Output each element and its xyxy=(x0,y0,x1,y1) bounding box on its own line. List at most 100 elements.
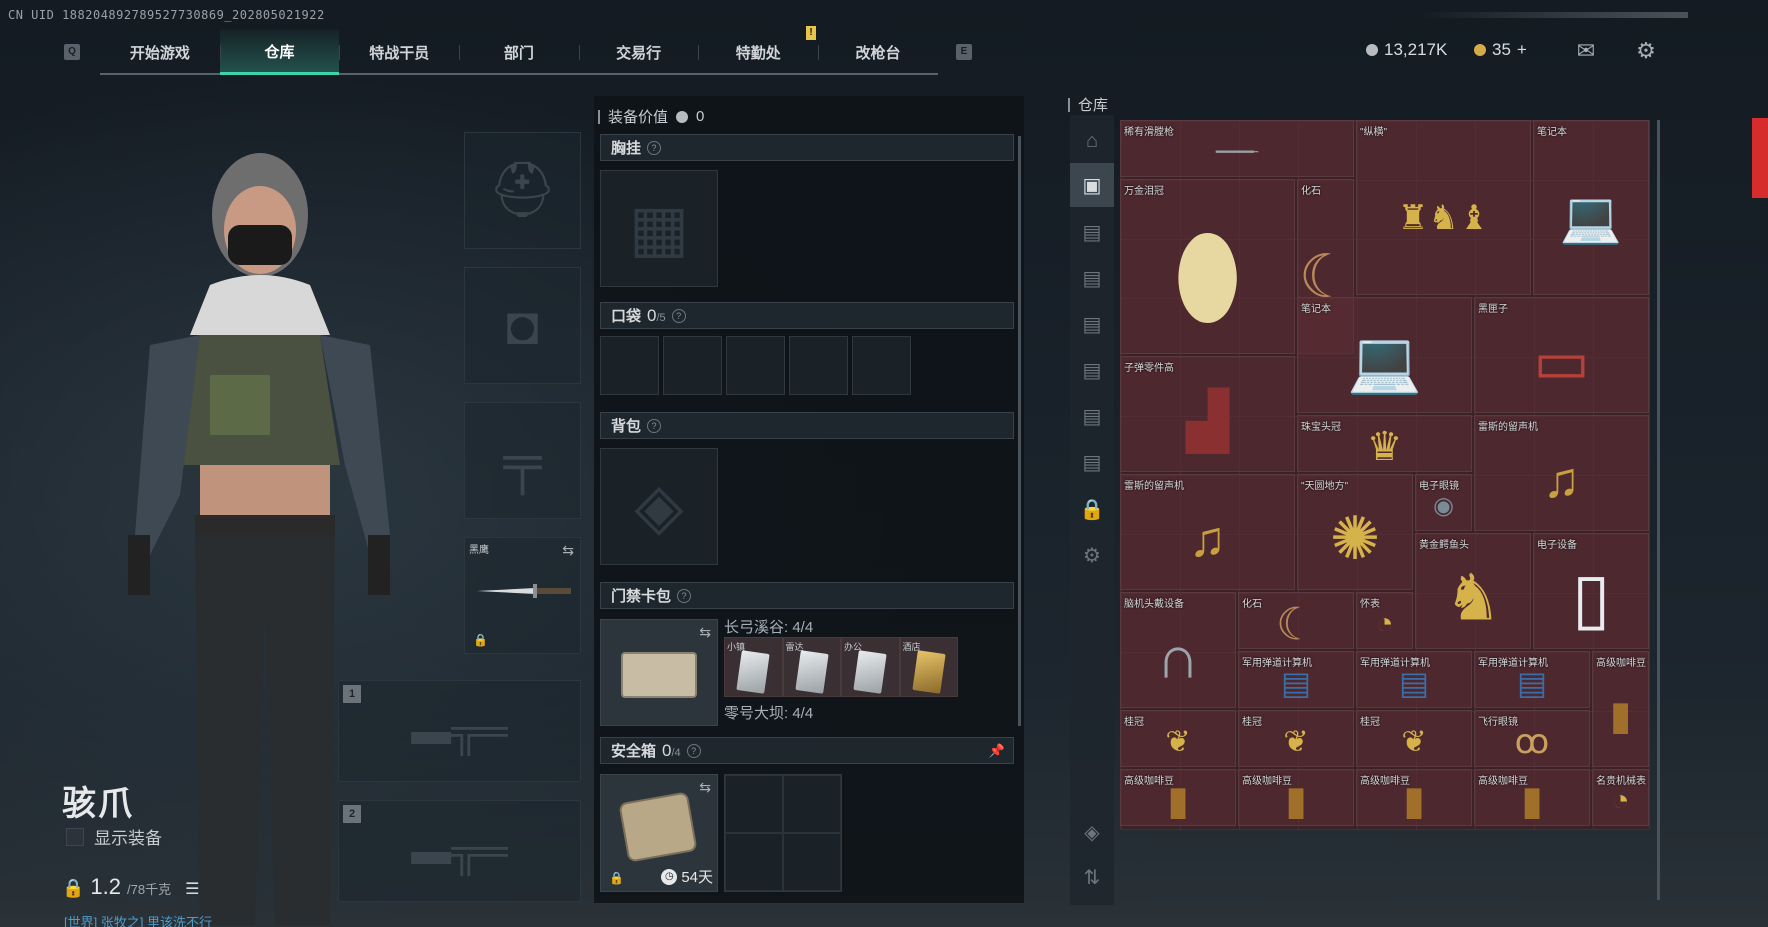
pocket-slot[interactable] xyxy=(663,336,722,395)
warehouse-page-icon[interactable]: ⌂ xyxy=(1070,119,1114,163)
storage-item[interactable]: ▤ 军用弹道计算机 xyxy=(1238,651,1354,708)
storage-item[interactable]: ━━━━╾ 稀有滑膛枪 xyxy=(1120,120,1354,177)
warehouse-scrollbar[interactable] xyxy=(1657,120,1660,900)
tab-market[interactable]: 交易行 xyxy=(578,30,699,75)
show-equipment-checkbox[interactable] xyxy=(66,827,84,846)
world-chat-message[interactable]: [世界] 张牧之] 里该洗不行 xyxy=(64,912,212,927)
tab-operators[interactable]: 特战干员 xyxy=(339,30,459,75)
machine-icon: ▟ xyxy=(1185,388,1230,452)
backpack-slot[interactable]: ◈ xyxy=(600,448,718,565)
help-icon[interactable]: ? xyxy=(647,140,662,155)
coins-display[interactable]: 13,217K xyxy=(1366,40,1447,60)
warehouse-page-icon[interactable]: ▤ xyxy=(1070,302,1114,346)
tab-department[interactable]: 部门 xyxy=(459,30,579,75)
storage-item[interactable]: ▮ 高级咖啡豆 xyxy=(1238,769,1354,826)
storage-item[interactable]: 💻 笔记本 xyxy=(1533,120,1649,295)
melee-slot[interactable]: 黑鹰 ⇆ 🔒 xyxy=(464,537,581,654)
warehouse-page-icon[interactable]: ▤ xyxy=(1070,394,1114,438)
storage-item[interactable]: ✺ "天圆地方" xyxy=(1297,474,1413,590)
keycard[interactable]: 办公 xyxy=(841,637,900,697)
storage-item[interactable]: ❦ 桂冠 xyxy=(1356,710,1472,767)
storage-item[interactable]: ▯ 电子设备 xyxy=(1533,533,1649,649)
pocket-slot[interactable] xyxy=(789,336,848,395)
lock-icon[interactable]: 🔒 xyxy=(1070,487,1114,531)
keycard[interactable]: 酒店 xyxy=(899,637,958,697)
storage-item[interactable]: ▮ 高级咖啡豆 xyxy=(1356,769,1472,826)
storage-item[interactable]: ▮ 高级咖啡豆 xyxy=(1120,769,1236,826)
pocket-slot[interactable] xyxy=(852,336,911,395)
help-icon[interactable]: ? xyxy=(677,588,692,603)
storage-item-name: 笔记本 xyxy=(1537,127,1567,138)
storage-item[interactable]: ♜♞♝ "纵横" xyxy=(1356,120,1531,295)
tab-start-game[interactable]: 开始游戏 xyxy=(100,30,220,75)
armor-slot[interactable]: ◘ xyxy=(464,267,581,384)
storage-item[interactable]: ▤ 军用弹道计算机 xyxy=(1474,651,1590,708)
chest-rig-slot[interactable]: ▦ xyxy=(600,170,718,287)
storage-item[interactable]: ♛ 珠宝头冠 xyxy=(1297,415,1472,472)
layers-icon[interactable]: ◈ xyxy=(1070,810,1114,854)
warehouse-page-icon[interactable]: ▤ xyxy=(1070,348,1114,392)
storage-item[interactable]: ▭ 黑匣子 xyxy=(1474,297,1649,413)
storage-item[interactable]: ☾ 化石 xyxy=(1238,592,1354,649)
lock-icon: 🔒 xyxy=(62,878,85,898)
warehouse-page-icon[interactable]: ▤ xyxy=(1070,210,1114,254)
safebox-storage[interactable] xyxy=(724,774,842,892)
safebox-max: /4 xyxy=(671,746,681,759)
nav-prev-key[interactable]: Q xyxy=(64,44,80,60)
swap-icon[interactable]: ⇆ xyxy=(699,624,711,641)
pin-icon[interactable]: 📌 xyxy=(989,743,1005,759)
show-equipment-toggle[interactable]: 显示装备 xyxy=(66,824,162,849)
help-icon[interactable]: ? xyxy=(647,418,662,433)
tab-special-ops[interactable]: 特勤处 xyxy=(698,30,818,75)
sort-icon[interactable]: ⇅ xyxy=(1070,855,1114,899)
storage-item[interactable]: ♫ 雷斯的留声机 xyxy=(1474,415,1649,531)
storage-item-name: 化石 xyxy=(1242,599,1262,610)
add-bonds-button[interactable]: + xyxy=(1517,40,1527,60)
swap-icon[interactable]: ⇆ xyxy=(562,542,574,559)
side-tab[interactable] xyxy=(1752,118,1768,198)
storage-item[interactable]: ꝏ 飞行眼镜 xyxy=(1474,710,1590,767)
swap-icon[interactable]: ⇆ xyxy=(699,779,711,796)
keycard-case-slot[interactable]: ⇆ xyxy=(600,619,718,726)
storage-item[interactable]: ◔ 怀表 xyxy=(1356,592,1413,649)
storage-item[interactable]: ▮ 高级咖啡豆 xyxy=(1592,651,1649,767)
warehouse-page-icon[interactable]: ▤ xyxy=(1070,256,1114,300)
tab-gunsmith[interactable]: 改枪台 xyxy=(818,30,938,75)
storage-item[interactable]: ▮ 高级咖啡豆 xyxy=(1474,769,1590,826)
secondary-weapon-slot[interactable]: 2 ▬╦═ xyxy=(338,800,581,902)
settings-gear-icon[interactable]: ⚙ xyxy=(1633,38,1659,64)
storage-item[interactable]: ❦ 桂冠 xyxy=(1238,710,1354,767)
primary-weapon-slot[interactable]: 1 ▬╦═ xyxy=(338,680,581,782)
bonds-display[interactable]: 35 + xyxy=(1474,40,1527,60)
pocket-slot[interactable] xyxy=(726,336,785,395)
settings-gear-icon[interactable]: ⚙ xyxy=(1070,533,1114,577)
keycard[interactable]: 雷达 xyxy=(782,637,841,697)
storage-item[interactable]: ▤ 军用弹道计算机 xyxy=(1356,651,1472,708)
storage-item[interactable]: ♫ 雷斯的留声机 xyxy=(1120,474,1295,590)
list-icon[interactable]: ☰ xyxy=(185,879,199,899)
storage-item[interactable]: ◔ 名贵机械表 xyxy=(1592,769,1649,826)
loadout-scrollbar[interactable] xyxy=(1018,136,1021,726)
helmet-slot[interactable]: ⛑ xyxy=(464,132,581,249)
storage-item[interactable]: ❦ 桂冠 xyxy=(1120,710,1236,767)
tab-warehouse[interactable]: 仓库 xyxy=(219,30,340,75)
safebox-slot[interactable]: ⇆ 🔒 ◷ 54天 xyxy=(600,774,718,892)
help-icon[interactable]: ? xyxy=(671,308,686,323)
storage-item[interactable]: ∩ 脑机头戴设备 xyxy=(1120,592,1236,708)
top-right-decoration xyxy=(1418,12,1688,18)
warehouse-page-icon[interactable]: ▤ xyxy=(1070,440,1114,484)
storage-item[interactable]: 💻 笔记本 xyxy=(1297,297,1472,413)
nav-next-key[interactable]: E xyxy=(956,44,972,60)
storage-item[interactable]: ▟ 子弹零件高 xyxy=(1120,356,1295,472)
warehouse-title-label: 仓库 xyxy=(1078,97,1109,114)
keycard[interactable]: 小镇 xyxy=(724,637,783,697)
warehouse-page-icon[interactable]: ▣ xyxy=(1070,163,1114,207)
pocket-slot[interactable] xyxy=(600,336,659,395)
storage-item[interactable]: ⬮ 万金泪冠 xyxy=(1120,179,1295,354)
storage-item[interactable]: ♞ 黄金鳄鱼头 xyxy=(1415,533,1531,649)
storage-item[interactable]: ◉ 电子眼镜 xyxy=(1415,474,1472,531)
laurel-icon: ❦ xyxy=(1165,725,1191,759)
help-icon[interactable]: ? xyxy=(686,743,701,758)
pistol-slot[interactable]: ╤ xyxy=(464,402,581,519)
mail-icon[interactable]: ✉ xyxy=(1573,38,1599,64)
